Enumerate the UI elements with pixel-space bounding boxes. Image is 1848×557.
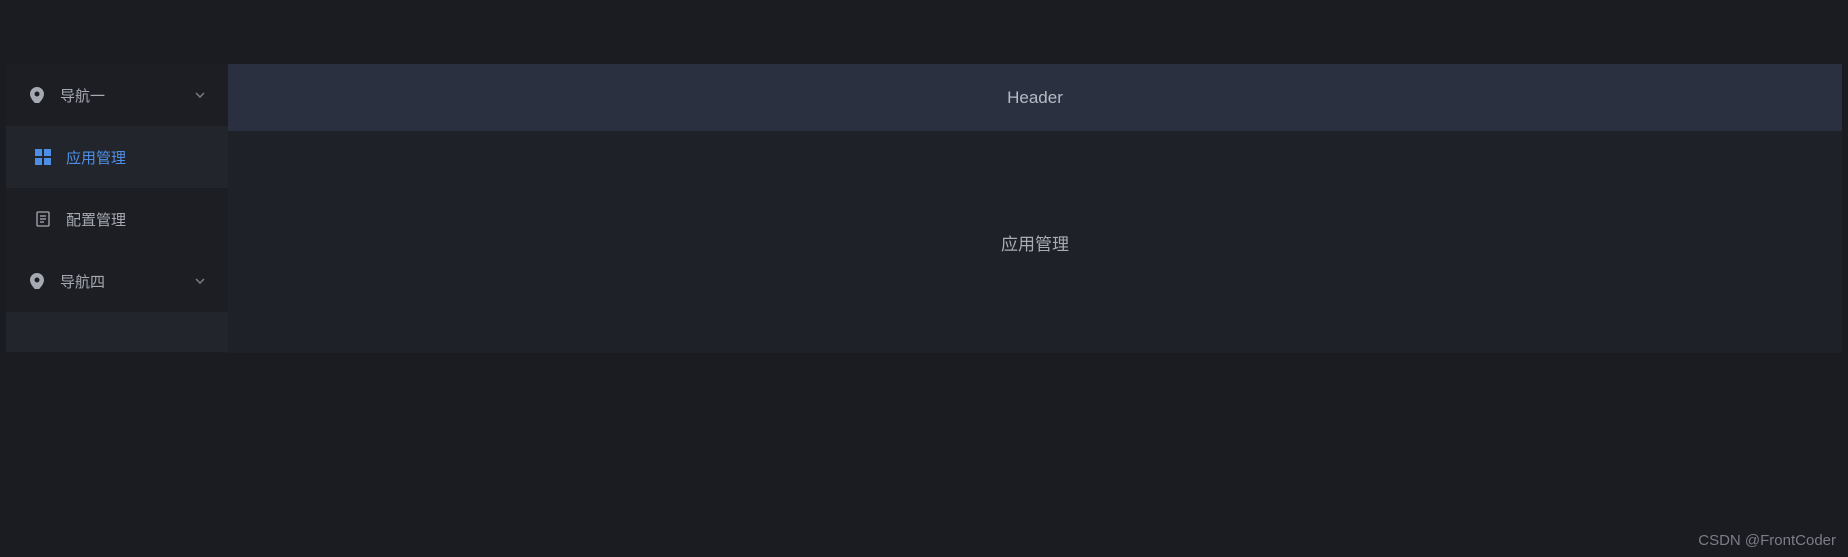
main-area: Header 应用管理 xyxy=(228,64,1842,353)
header-title: Header xyxy=(1007,88,1063,108)
sidebar-item-label: 配置管理 xyxy=(66,209,126,230)
sidebar-filler xyxy=(6,312,228,352)
content-title: 应用管理 xyxy=(1001,230,1069,255)
document-icon xyxy=(34,210,52,228)
sidebar-item-config-management[interactable]: 配置管理 xyxy=(6,188,228,250)
sidebar-item-nav-four[interactable]: 导航四 xyxy=(6,250,228,312)
sidebar-item-app-management[interactable]: 应用管理 xyxy=(6,126,228,188)
sidebar-item-label: 导航四 xyxy=(60,271,105,292)
sidebar-item-label: 应用管理 xyxy=(66,147,126,168)
content: 应用管理 xyxy=(228,131,1842,353)
watermark: CSDN @FrontCoder xyxy=(1698,532,1836,549)
sidebar: 导航一 应用管理 配置管理 导航四 xyxy=(6,64,228,353)
chevron-down-icon xyxy=(194,89,206,101)
sidebar-item-nav-one[interactable]: 导航一 xyxy=(6,64,228,126)
location-icon xyxy=(28,86,46,104)
grid-icon xyxy=(34,148,52,166)
location-icon xyxy=(28,272,46,290)
sidebar-item-label: 导航一 xyxy=(60,85,105,106)
chevron-down-icon xyxy=(194,275,206,287)
header: Header xyxy=(228,64,1842,131)
